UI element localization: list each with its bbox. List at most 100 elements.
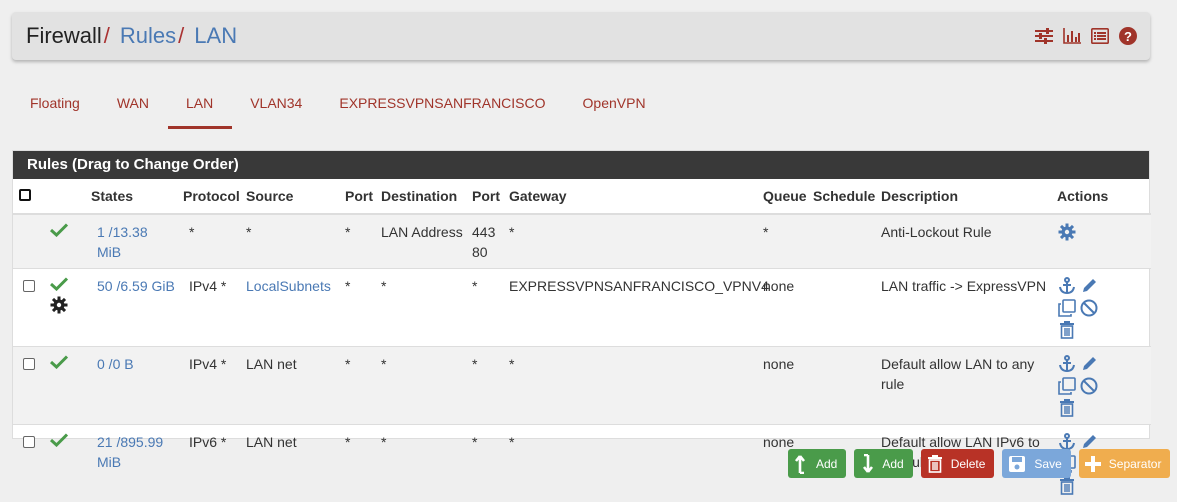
protocol-cell: IPv4 *	[179, 347, 242, 425]
destination-port-cell: 443 80	[468, 214, 505, 269]
row-checkbox[interactable]	[23, 280, 35, 292]
help-icon[interactable]: ?	[1118, 26, 1138, 46]
tab-expressvpnsanfrancisco[interactable]: EXPRESSVPNSANFRANCISCO	[321, 86, 564, 129]
destination-cell: LAN Address	[377, 214, 468, 269]
check-icon	[50, 433, 68, 447]
separator-label: Separator	[1109, 457, 1162, 471]
breadcrumb: Firewall / Rules / LAN	[26, 23, 237, 49]
col-schedule: Schedule	[809, 179, 877, 214]
breadcrumb-separator: /	[178, 23, 184, 49]
check-icon	[50, 223, 68, 237]
destination-cell: *	[377, 425, 468, 502]
add-bottom-button[interactable]: Add	[854, 449, 912, 478]
gateway-cell: EXPRESSVPNSANFRANCISCO_VPNV4	[505, 269, 759, 347]
col-destination-port: Port	[468, 179, 505, 214]
states-link[interactable]: 50 /6.59 GiB	[87, 269, 179, 347]
arrow-up-icon	[794, 454, 808, 474]
save-button[interactable]: Save	[1002, 449, 1070, 478]
protocol-cell: IPv4 *	[179, 269, 242, 347]
destination-cell: *	[377, 269, 468, 347]
gear-icon	[50, 296, 68, 314]
row-checkbox[interactable]	[23, 436, 35, 448]
description-cell: LAN traffic -> ExpressVPN	[877, 269, 1053, 347]
tab-floating[interactable]: Floating	[12, 86, 99, 129]
col-states: States	[87, 179, 179, 214]
check-icon	[50, 355, 68, 369]
source-port-cell: *	[341, 347, 377, 425]
select-all-checkbox[interactable]	[19, 189, 31, 201]
table-row[interactable]: 1 /13.38 MiB * * * LAN Address 443 80 * …	[13, 214, 1151, 269]
save-label: Save	[1034, 457, 1061, 471]
save-icon	[1008, 455, 1026, 473]
pencil-icon[interactable]	[1079, 276, 1099, 296]
queue-cell: none	[759, 269, 809, 347]
source-cell: *	[242, 214, 341, 269]
queue-cell: none	[759, 347, 809, 425]
protocol-cell: IPv6 *	[179, 425, 242, 502]
anchor-icon[interactable]	[1057, 354, 1077, 374]
description-cell: Anti-Lockout Rule	[877, 214, 1053, 269]
states-link[interactable]: 0 /0 B	[87, 347, 179, 425]
row-checkbox[interactable]	[23, 358, 35, 370]
add-bottom-label: Add	[882, 457, 903, 471]
breadcrumb-rules-link[interactable]: Rules	[120, 23, 176, 49]
tab-vlan34[interactable]: VLAN34	[232, 86, 321, 129]
table-row[interactable]: 50 /6.59 GiB IPv4 * LocalSubnets * * * E…	[13, 269, 1151, 347]
col-queue: Queue	[759, 179, 809, 214]
anchor-icon[interactable]	[1057, 276, 1077, 296]
tab-wan[interactable]: WAN	[99, 86, 168, 129]
col-destination: Destination	[377, 179, 468, 214]
destination-port-cell: *	[468, 269, 505, 347]
pencil-icon[interactable]	[1079, 354, 1099, 374]
arrow-down-icon	[860, 454, 874, 474]
tab-lan[interactable]: LAN	[168, 86, 232, 129]
col-actions: Actions	[1053, 179, 1151, 214]
destination-cell: *	[377, 347, 468, 425]
destination-port-cell: *	[468, 425, 505, 502]
col-gateway: Gateway	[505, 179, 759, 214]
bar-chart-icon[interactable]	[1062, 26, 1082, 46]
states-link[interactable]: 21 /895.99 MiB	[87, 425, 179, 502]
gateway-cell: *	[505, 347, 759, 425]
trash-icon	[927, 455, 943, 473]
gear-icon[interactable]	[1057, 222, 1077, 242]
delete-button[interactable]: Delete	[921, 449, 995, 478]
source-alias-link[interactable]: LocalSubnets	[242, 269, 341, 347]
delete-label: Delete	[951, 457, 986, 471]
schedule-cell	[809, 347, 877, 425]
schedule-cell	[809, 269, 877, 347]
col-protocol: Protocol	[179, 179, 242, 214]
trash-icon[interactable]	[1057, 320, 1077, 340]
source-cell: LAN net	[242, 425, 341, 502]
disable-icon[interactable]	[1079, 298, 1099, 318]
trash-icon[interactable]	[1057, 476, 1077, 496]
source-port-cell: *	[341, 269, 377, 347]
trash-icon[interactable]	[1057, 398, 1077, 418]
list-icon[interactable]	[1090, 26, 1110, 46]
add-top-label: Add	[816, 457, 837, 471]
plus-icon	[1085, 456, 1101, 472]
source-port-cell: *	[341, 214, 377, 269]
protocol-cell: *	[179, 214, 242, 269]
col-source: Source	[242, 179, 341, 214]
copy-icon[interactable]	[1057, 376, 1077, 396]
gateway-cell: *	[505, 214, 759, 269]
destination-port-cell: *	[468, 347, 505, 425]
disable-icon[interactable]	[1079, 376, 1099, 396]
breadcrumb-separator: /	[104, 23, 110, 49]
tab-openvpn[interactable]: OpenVPN	[565, 86, 665, 129]
panel-title: Rules (Drag to Change Order)	[13, 151, 1149, 179]
separator-button[interactable]: Separator	[1079, 449, 1171, 478]
table-row[interactable]: 0 /0 B IPv4 * LAN net * * * * none Defau…	[13, 347, 1151, 425]
svg-text:?: ?	[1124, 29, 1132, 44]
page-header: Firewall / Rules / LAN ?	[12, 12, 1150, 60]
breadcrumb-lan-link[interactable]: LAN	[194, 23, 237, 49]
col-description: Description	[877, 179, 1053, 214]
states-link[interactable]: 1 /13.38 MiB	[87, 214, 179, 269]
copy-icon[interactable]	[1057, 298, 1077, 318]
sliders-icon[interactable]	[1034, 26, 1054, 46]
add-top-button[interactable]: Add	[788, 449, 846, 478]
source-cell: LAN net	[242, 347, 341, 425]
col-source-port: Port	[341, 179, 377, 214]
breadcrumb-firewall: Firewall	[26, 23, 102, 49]
